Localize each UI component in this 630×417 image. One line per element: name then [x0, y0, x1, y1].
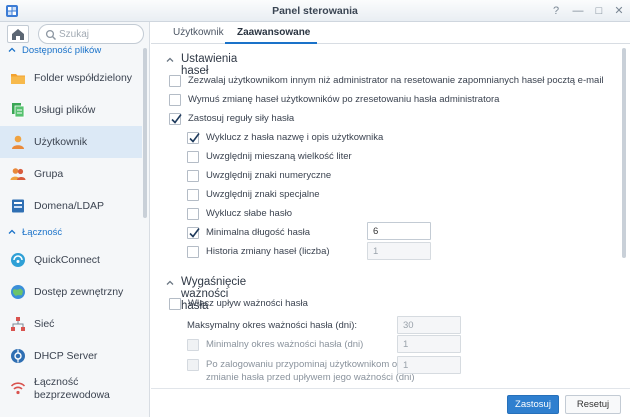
chevron-up-icon: [166, 57, 174, 62]
min-age-input[interactable]: [397, 335, 461, 353]
maximize-button[interactable]: □: [592, 4, 606, 18]
file-services-icon: [12, 103, 25, 118]
history-label: Historia zmiany haseł (liczba): [206, 246, 330, 257]
domain-icon: [12, 199, 24, 213]
sidebar: Dostępność plików Folder współdzielony U…: [0, 22, 150, 417]
sidebar-item-label: Sieć: [34, 318, 55, 330]
sidebar-item-external-access[interactable]: Dostęp zewnętrzny: [0, 276, 142, 308]
search-icon: [45, 29, 56, 40]
apply-rules-label: Zastosuj reguły siły hasła: [188, 113, 295, 124]
min-length-checkbox[interactable]: [187, 227, 200, 239]
folder-icon: [11, 74, 25, 84]
section-label: Łączność: [22, 227, 63, 238]
dhcp-icon: [11, 349, 25, 363]
rule-label: Uwzględnij mieszaną wielkość liter: [206, 151, 352, 162]
chevron-up-icon: [166, 280, 174, 285]
section-connectivity[interactable]: Łączność: [0, 224, 142, 242]
sidebar-scrollbar[interactable]: [143, 48, 147, 218]
sidebar-item-network[interactable]: Sieć: [0, 308, 142, 340]
close-button[interactable]: ✕: [612, 4, 626, 18]
checkmark-icon: [171, 114, 182, 124]
apply-rules-checkbox[interactable]: [169, 113, 182, 125]
wifi-icon: [10, 382, 26, 395]
tab-advanced[interactable]: Zaawansowane: [237, 27, 310, 38]
sidebar-item-user[interactable]: Użytkownik: [0, 126, 142, 158]
chevron-up-icon: [8, 229, 16, 234]
apply-button[interactable]: Zastosuj: [507, 395, 559, 414]
sidebar-item-label: Domena/LDAP: [34, 200, 105, 212]
sidebar-item-label: DHCP Server: [34, 350, 98, 362]
sidebar-item-group[interactable]: Grupa: [0, 158, 142, 190]
checkmark-icon: [189, 133, 200, 143]
sidebar-item-shared-folder[interactable]: Folder współdzielony: [0, 62, 142, 94]
footer-bar: Zastosuj Resetuj: [151, 388, 630, 417]
allow-reset-label: Zezwalaj użytkownikom innym niż administ…: [188, 75, 604, 86]
remind-label-line2: zmianie hasła przed upływem jego ważnośc…: [206, 372, 415, 383]
max-age-label: Maksymalny okres ważności hasła (dni):: [187, 320, 358, 331]
group-icon: [10, 168, 26, 180]
min-age-label: Minimalny okres ważności hasła (dni): [206, 339, 364, 350]
weak-password-checkbox[interactable]: [187, 208, 199, 220]
sidebar-item-label: Użytkownik: [34, 136, 88, 148]
tab-user[interactable]: Użytkownik: [173, 27, 224, 38]
rule-label: Uwzględnij znaki numeryczne: [206, 170, 332, 181]
force-change-label: Wymuś zmianę haseł użytkowników po zrese…: [188, 94, 500, 105]
help-button[interactable]: ?: [549, 4, 563, 18]
remind-label-line1: Po zalogowaniu przypominaj użytkownikom …: [206, 359, 398, 370]
chevron-up-icon: [8, 47, 16, 52]
checkmark-icon: [189, 228, 200, 238]
section-file-sharing[interactable]: Dostępność plików: [0, 42, 142, 60]
remind-input[interactable]: [397, 356, 461, 374]
history-checkbox[interactable]: [187, 246, 199, 258]
minimize-button[interactable]: —: [571, 4, 585, 18]
active-tab-indicator: [225, 42, 317, 44]
tab-bar: Użytkownik Zaawansowane: [151, 22, 630, 44]
history-input[interactable]: [367, 242, 431, 260]
max-age-input[interactable]: [397, 316, 461, 334]
min-age-checkbox[interactable]: [187, 339, 199, 351]
rule-label: Wyklucz słabe hasło: [206, 208, 292, 219]
enable-expiry-checkbox[interactable]: [169, 298, 181, 310]
home-icon: [12, 29, 24, 40]
force-change-checkbox[interactable]: [169, 94, 181, 106]
title-bar: Panel sterowania ? — □ ✕: [0, 0, 630, 22]
allow-reset-checkbox[interactable]: [169, 75, 181, 87]
network-icon: [11, 317, 25, 331]
sidebar-item-label: Łączność bezprzewodowa: [34, 376, 110, 401]
search-box[interactable]: [38, 24, 144, 44]
sidebar-item-label: Grupa: [34, 168, 64, 180]
sidebar-item-file-services[interactable]: Usługi plików: [0, 94, 142, 126]
special-chars-checkbox[interactable]: [187, 189, 199, 201]
mixed-case-checkbox[interactable]: [187, 151, 199, 163]
sidebar-item-label: QuickConnect: [34, 254, 100, 266]
reset-button[interactable]: Resetuj: [565, 395, 621, 414]
section-title: Ustawienia haseł: [181, 53, 238, 77]
search-input[interactable]: [59, 27, 139, 42]
remind-checkbox[interactable]: [187, 359, 199, 371]
sidebar-item-label: Dostęp zewnętrzny: [34, 286, 124, 298]
section-label: Dostępność plików: [22, 45, 102, 56]
user-icon: [12, 135, 24, 149]
rule-label: Uwzględnij znaki specjalne: [206, 189, 320, 200]
exclude-username-checkbox[interactable]: [187, 132, 200, 144]
enable-expiry-label: Włącz upływ ważności hasła: [188, 298, 308, 309]
sidebar-item-wireless[interactable]: Łączność bezprzewodowa: [0, 372, 142, 404]
sidebar-item-quickconnect[interactable]: QuickConnect: [0, 244, 142, 276]
numeric-chars-checkbox[interactable]: [187, 170, 199, 182]
globe-icon: [11, 285, 25, 299]
sidebar-item-label: Folder współdzielony: [34, 72, 133, 84]
min-length-label: Minimalna długość hasła: [206, 227, 311, 238]
rule-label: Wyklucz z hasła nazwę i opis użytkownika: [206, 132, 384, 143]
sidebar-item-domain-ldap[interactable]: Domena/LDAP: [0, 190, 142, 222]
home-button[interactable]: [7, 25, 29, 43]
content-scrollbar[interactable]: [622, 48, 626, 258]
main-panel: Użytkownik Zaawansowane Ustawienia haseł…: [151, 22, 630, 417]
sidebar-item-label: Usługi plików: [34, 104, 96, 116]
sidebar-item-dhcp-server[interactable]: DHCP Server: [0, 340, 142, 372]
quickconnect-icon: [11, 253, 25, 267]
window-title: Panel sterowania: [272, 5, 358, 17]
min-length-input[interactable]: [367, 222, 431, 240]
